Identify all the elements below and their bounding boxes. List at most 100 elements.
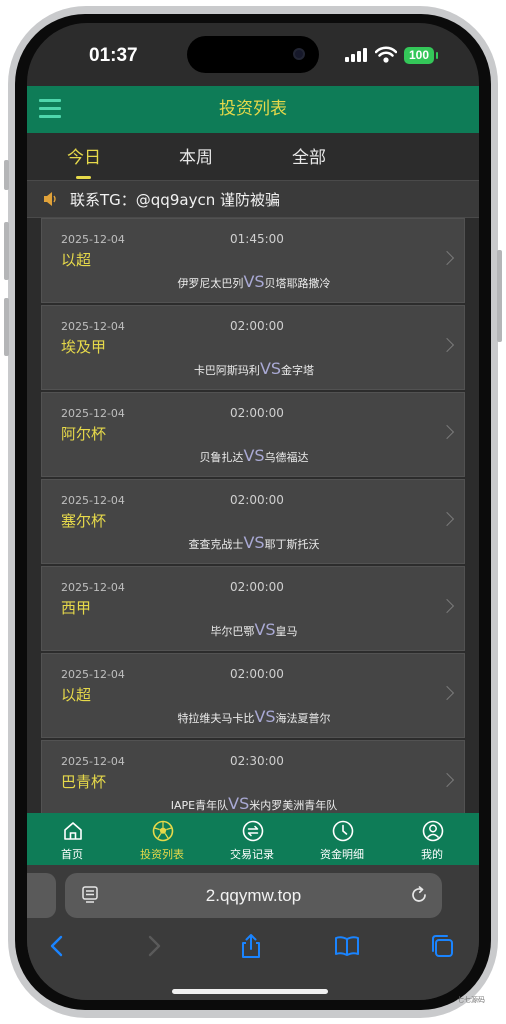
vs-label: VS xyxy=(243,446,265,465)
home-team: IAPE青年队 xyxy=(170,799,229,812)
match-date: 2025-12-04 xyxy=(61,320,125,333)
bookmarks-icon[interactable] xyxy=(334,933,360,959)
nav-item-fund-details[interactable]: 资金明细 xyxy=(297,813,387,865)
match-card[interactable]: 2025-12-04 02:00:00 塞尔杯 查查克战士VS耶丁斯托沃 xyxy=(41,479,465,564)
home-team: 卡巴阿斯玛利 xyxy=(193,364,260,377)
power-button xyxy=(497,250,502,342)
cellular-signal-icon xyxy=(345,48,367,62)
match-league: 塞尔杯 xyxy=(61,512,107,530)
nav-item-profile[interactable]: 我的 xyxy=(387,813,477,865)
vs-label: VS xyxy=(259,359,282,378)
match-league: 阿尔杯 xyxy=(61,425,107,443)
action-button xyxy=(4,160,9,190)
address-bar[interactable]: 2.qqymw.top xyxy=(65,873,442,918)
home-indicator xyxy=(172,989,328,994)
chevron-right-icon xyxy=(439,685,455,701)
tabs-icon[interactable] xyxy=(429,933,455,959)
match-teams: 伊罗尼太巴列VS贝塔耶路撒冷 xyxy=(42,272,465,291)
forward-icon[interactable] xyxy=(140,933,166,959)
tab-this-week[interactable]: 本周 xyxy=(179,143,213,168)
battery-icon: 100 xyxy=(404,47,434,64)
chevron-right-icon xyxy=(439,598,455,614)
match-list: 2025-12-04 01:45:00 以超 伊罗尼太巴列VS贝塔耶路撒冷 20… xyxy=(41,218,465,813)
match-teams: 毕尔巴鄂VS皇马 xyxy=(42,620,465,639)
match-date: 2025-12-04 xyxy=(61,668,125,681)
nav-item-transactions[interactable]: 交易记录 xyxy=(207,813,297,865)
match-league: 巴青杯 xyxy=(61,773,107,791)
status-bar: 01:37 100 xyxy=(27,23,479,85)
date-tabs: 今日 本周 全部 xyxy=(27,133,479,179)
chevron-right-icon xyxy=(439,772,455,788)
match-time: 02:30:00 xyxy=(230,754,284,768)
away-team: 皇马 xyxy=(275,625,298,638)
away-team: 乌德福达 xyxy=(264,451,309,464)
camera-icon xyxy=(293,48,305,60)
browser-chrome: 2.qqymw.top xyxy=(27,865,479,1000)
match-time: 01:45:00 xyxy=(230,232,284,246)
tab-all[interactable]: 全部 xyxy=(292,143,326,168)
match-date: 2025-12-04 xyxy=(61,755,125,768)
match-teams: 特拉维夫马卡比VS海法夏普尔 xyxy=(42,707,465,726)
nav-label-home: 首页 xyxy=(61,848,83,861)
nav-item-home[interactable]: 首页 xyxy=(27,813,117,865)
battery-tip xyxy=(436,52,438,59)
match-league: 以超 xyxy=(61,251,92,269)
phone-screen: 01:37 100 投资列表 今日 本周 全部 联系TG：@qq9aycn 谨防… xyxy=(27,23,479,1000)
clock-icon xyxy=(332,820,354,842)
match-teams: 查查克战士VS耶丁斯托沃 xyxy=(42,533,465,552)
away-team: 米内罗美洲青年队 xyxy=(249,799,338,812)
menu-icon[interactable] xyxy=(39,99,61,119)
home-team: 贝鲁扎达 xyxy=(199,451,244,464)
chevron-right-icon xyxy=(439,424,455,440)
match-card[interactable]: 2025-12-04 02:00:00 西甲 毕尔巴鄂VS皇马 xyxy=(41,566,465,651)
dynamic-island xyxy=(187,36,319,73)
home-team: 毕尔巴鄂 xyxy=(210,625,255,638)
tab-today[interactable]: 今日 xyxy=(67,143,101,168)
match-time: 02:00:00 xyxy=(230,319,284,333)
back-icon[interactable] xyxy=(45,933,71,959)
home-icon xyxy=(64,822,82,840)
url-text: 2.qqymw.top xyxy=(205,886,302,905)
home-team: 伊罗尼太巴列 xyxy=(177,277,244,290)
page-title: 投资列表 xyxy=(219,99,287,119)
vs-label: VS xyxy=(243,533,265,552)
notice-banner: 联系TG：@qq9aycn 谨防被骗 xyxy=(27,180,479,218)
speaker-icon xyxy=(44,192,56,206)
match-teams: 卡巴阿斯玛利VS金字塔 xyxy=(42,359,465,378)
match-time: 02:00:00 xyxy=(230,406,284,420)
match-league: 埃及甲 xyxy=(61,338,107,356)
reload-icon[interactable] xyxy=(409,885,429,905)
nav-item-investment-list[interactable]: 投资列表 xyxy=(117,813,207,865)
soccer-ball-icon xyxy=(152,820,174,842)
active-tab-indicator xyxy=(76,176,91,179)
match-card[interactable]: 2025-12-04 02:00:00 以超 特拉维夫马卡比VS海法夏普尔 xyxy=(41,653,465,738)
match-date: 2025-12-04 xyxy=(61,494,125,507)
status-time: 01:37 xyxy=(89,45,138,66)
match-card[interactable]: 2025-12-04 02:00:00 阿尔杯 贝鲁扎达VS乌德福达 xyxy=(41,392,465,477)
away-team: 贝塔耶路撒冷 xyxy=(264,277,331,290)
share-icon[interactable] xyxy=(238,933,264,959)
match-teams: 贝鲁扎达VS乌德福达 xyxy=(42,446,465,465)
chevron-right-icon xyxy=(439,511,455,527)
nav-label-profile: 我的 xyxy=(421,848,443,861)
match-card[interactable]: 2025-12-04 02:00:00 埃及甲 卡巴阿斯玛利VS金字塔 xyxy=(41,305,465,390)
match-card[interactable]: 2025-12-04 02:30:00 巴青杯 IAPE青年队VS米内罗美洲青年… xyxy=(41,740,465,813)
match-league: 以超 xyxy=(61,686,92,704)
match-time: 02:00:00 xyxy=(230,580,284,594)
exchange-icon xyxy=(242,820,264,842)
volume-down-button xyxy=(4,298,9,356)
bottom-nav: 首页 投资列表 交易记录 资金明细 我的 xyxy=(27,813,479,865)
match-date: 2025-12-04 xyxy=(61,233,125,246)
chevron-right-icon xyxy=(439,250,455,266)
away-team: 海法夏普尔 xyxy=(275,712,331,725)
match-card[interactable]: 2025-12-04 01:45:00 以超 伊罗尼太巴列VS贝塔耶路撒冷 xyxy=(41,218,465,303)
vs-label: VS xyxy=(228,794,250,813)
away-team: 金字塔 xyxy=(281,364,315,377)
nav-label-investment-list: 投资列表 xyxy=(140,848,184,861)
chevron-right-icon xyxy=(439,337,455,353)
previous-tab-preview[interactable] xyxy=(27,873,56,918)
volume-up-button xyxy=(4,222,9,280)
match-time: 02:00:00 xyxy=(230,493,284,507)
app-header: 投资列表 xyxy=(27,86,479,133)
vs-label: VS xyxy=(254,707,276,726)
